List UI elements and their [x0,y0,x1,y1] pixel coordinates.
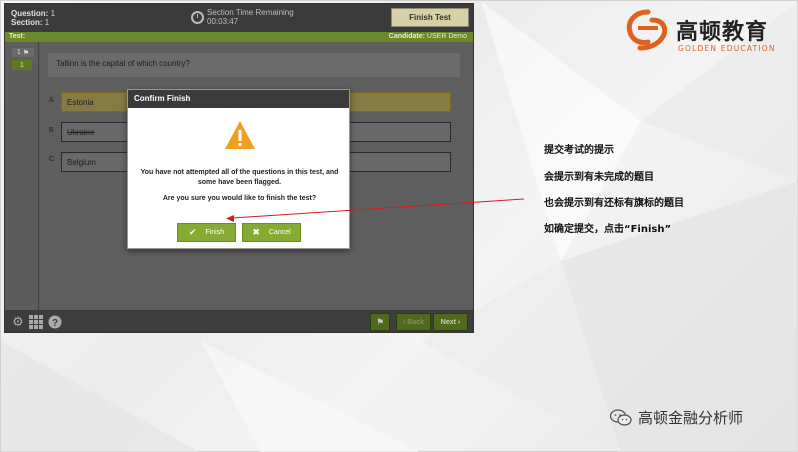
flag-icon: ⚑ [22,49,30,57]
golden-education-logo: 高顿教育 GOLDEN EDUCATION [624,8,790,58]
wechat-icon [610,408,632,426]
close-icon: ✖ [252,227,260,237]
exam-bottom-bar: ⚙ ? ⚑ ‹ Back Next › [5,310,473,332]
next-label: Next [440,318,456,326]
watermark-text: 高顿金融分析师 [638,409,744,427]
annotation-line-3: 也会提示到有还标有旗标的题目 [544,198,684,209]
timer: Section Time Remaining 00:03:47 [191,8,294,26]
gear-icon[interactable]: ⚙ [11,315,25,329]
logo-name-en: GOLDEN EDUCATION [678,44,776,53]
next-button[interactable]: Next › [433,313,468,331]
question-navigator: 1 ⚑ 1 [5,42,39,310]
time-remaining-value: 00:03:47 [207,17,239,26]
option-letter-a: A [49,97,54,104]
warning-icon [225,121,255,149]
grid-icon[interactable] [29,315,43,329]
finish-test-button[interactable]: Finish Test [391,8,469,27]
option-a-text: Estonia [67,98,94,107]
help-icon[interactable]: ? [48,315,62,329]
flagged-question-indicator[interactable]: 1 ⚑ [12,48,34,57]
clock-icon [191,10,204,24]
time-remaining-label: Section Time Remaining [207,8,294,17]
candidate-label: Candidate: [388,33,425,40]
chevron-right-icon: › [455,318,461,326]
flag-button[interactable]: ⚑ [370,313,390,331]
candidate-info: Candidate: USER Demo [389,33,467,40]
flag-count: 1 [16,49,21,56]
annotation-line-4: 如确定提交，点击“Finish” [544,224,672,235]
logo-mark-icon [626,9,668,51]
option-b-text: Ukraine [67,128,95,137]
back-label: Back [407,318,424,326]
logo-name-cn: 高顿教育 [676,20,769,45]
question-section-info: Question: 1 Section: 1 [11,9,55,27]
cancel-label: Cancel [268,229,291,236]
option-c-text: Belgium [67,158,96,167]
test-label: Test: [9,33,26,40]
back-button[interactable]: ‹ Back [396,313,431,331]
dialog-title: Confirm Finish [128,90,349,108]
candidate-name: USER Demo [426,33,467,40]
finish-label: Finish [205,229,225,236]
question-number: 1 [50,9,56,18]
annotation-line-1: 提交考试的提示 [544,145,614,156]
test-info-bar: Test: Candidate: USER Demo [5,32,473,42]
dialog-message: You have not attempted all of the questi… [140,169,339,186]
cancel-button[interactable]: ✖ Cancel [242,223,301,242]
question-label: Question: [11,9,49,18]
section-label: Section: [11,18,43,27]
question-text: Tallinn is the capital of which country? [48,53,460,77]
annotation-line-2: 会提示到有未完成的题目 [544,172,654,183]
dialog-question: Are you sure you would like to finish th… [162,195,317,202]
check-icon: ✔ [188,227,197,237]
exam-top-bar: Question: 1 Section: 1 Section Time Rema… [5,4,473,32]
option-letter-c: C [49,156,55,163]
option-letter-b: B [49,127,54,134]
finish-button[interactable]: ✔ Finish [177,223,236,242]
question-nav-item[interactable]: 1 [12,60,32,70]
wechat-watermark: 高顿金融分析师 [610,407,743,428]
svg-text:?: ? [52,318,58,329]
confirm-finish-dialog: Confirm Finish You have not attempted al… [127,89,350,249]
section-number: 1 [44,18,50,27]
flag-icon: ⚑ [375,316,385,327]
